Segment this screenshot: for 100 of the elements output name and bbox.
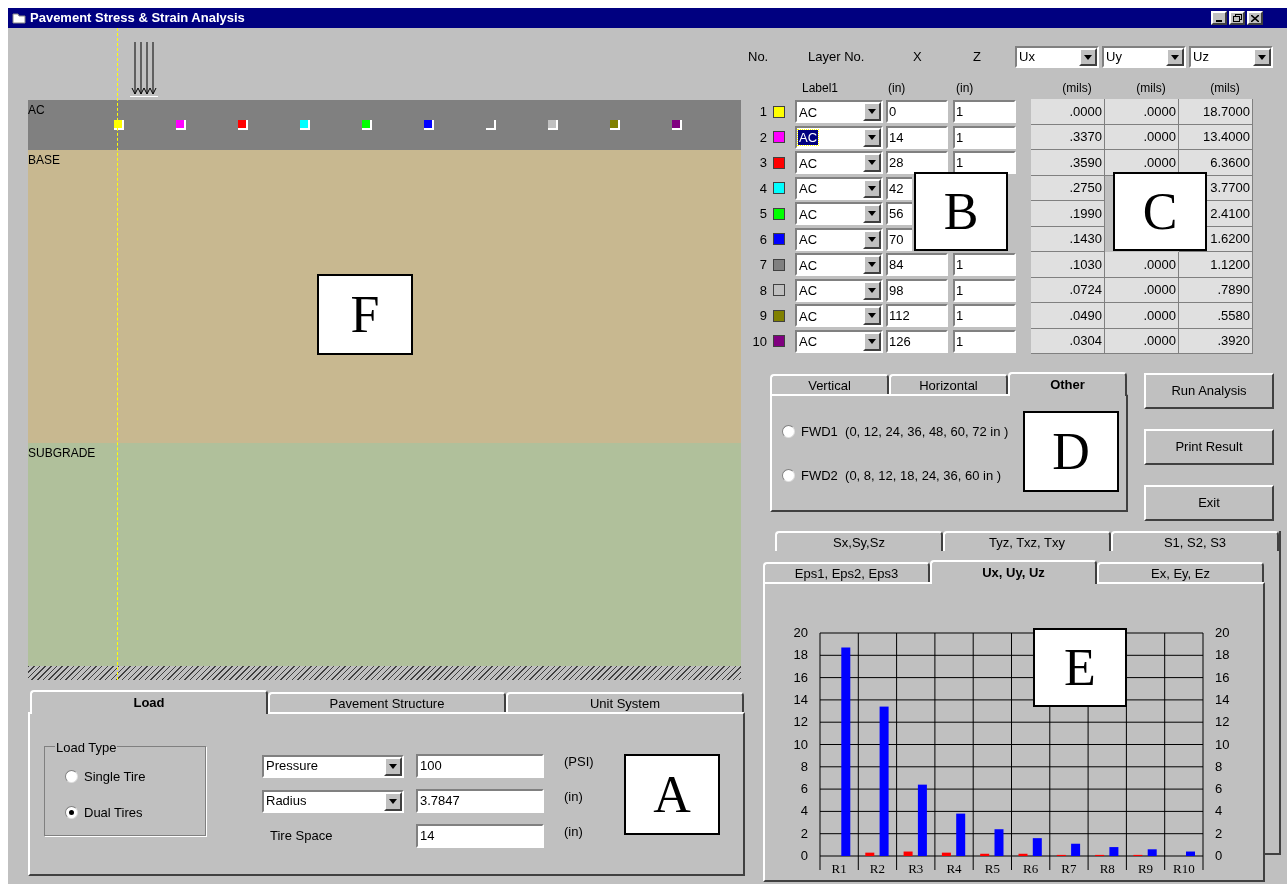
input-field[interactable]: 1 [953,253,1016,277]
column-unit: (mils) [1209,80,1241,97]
column-header: No. [748,48,770,67]
dropdown[interactable]: AC [795,304,883,328]
input-field[interactable]: 1 [953,100,1016,124]
y-tick-label: 2 [1215,825,1223,841]
table-cell: .0304 [1031,328,1105,354]
action-button[interactable]: Run Analysis [1144,373,1274,409]
restore-button[interactable] [1229,11,1245,25]
radio-button[interactable] [65,805,78,819]
input-field[interactable]: 100 [416,754,544,778]
tab[interactable]: Vertical [770,374,889,394]
input-field[interactable]: 56 [886,202,912,226]
radio-button[interactable] [782,425,795,439]
dropdown[interactable]: Uy [1102,46,1186,68]
row-number: 4 [758,179,767,198]
tab[interactable]: Ux, Uy, Uz [930,560,1097,584]
input-field[interactable]: 0 [886,100,948,124]
callout-label: D [1023,411,1119,492]
tab[interactable]: Pavement Structure [268,692,506,712]
table-cell: 6.3600 [1179,150,1253,176]
radio-button[interactable] [65,770,78,784]
tab[interactable]: Sx,Sy,Sz [775,531,943,551]
bar [865,852,875,856]
dropdown[interactable]: AC [795,329,883,353]
column-unit: (in) [888,80,907,97]
y-tick-label: 16 [793,669,808,685]
dropdown-value: AC [798,206,819,222]
tab[interactable]: Horizontal [889,374,1008,394]
y-tick-label: 6 [1215,781,1223,797]
y-tick-label: 4 [1215,803,1223,819]
window-title: Pavement Stress & Strain Analysis [30,9,246,28]
dropdown[interactable]: AC [795,278,883,302]
input-field[interactable]: 42 [886,176,912,200]
close-button[interactable] [1247,11,1263,25]
dropdown[interactable]: AC [795,125,883,149]
column-header: X [913,48,923,67]
dropdown[interactable]: Pressure [262,754,404,778]
bar [917,784,927,856]
y-tick-label: 18 [1215,647,1230,663]
input-field[interactable]: 1 [953,278,1016,302]
row-number: 3 [758,154,767,172]
input-field[interactable]: 1 [953,304,1016,328]
dropdown-value: AC [798,257,819,273]
dropdown[interactable]: AC [795,253,883,277]
y-tick-label: 4 [800,803,808,819]
input-field[interactable]: 1 [953,151,1016,175]
tab[interactable]: Ex, Ey, Ez [1097,562,1264,582]
table-cell: 13.4000 [1179,124,1253,150]
input-field[interactable]: 84 [886,253,948,277]
input-field[interactable]: 1 [953,125,1016,149]
dropdown[interactable]: AC [795,227,883,251]
x-tick-label: R10 [1173,861,1195,876]
bar [1186,851,1195,856]
input-field[interactable]: 126 [886,329,948,353]
input-field[interactable]: 98 [886,278,948,302]
input-field[interactable]: 3.7847 [416,789,544,813]
action-button[interactable]: Exit [1144,485,1274,521]
y-tick-label: 0 [800,848,808,863]
radio-label: Single Tire [84,768,146,786]
column-unit: (mils) [1061,80,1093,97]
dropdown[interactable]: Radius [262,789,404,813]
dropdown-value: AC [798,104,819,120]
field-label: Tire Space [269,827,334,846]
y-tick-label: 8 [800,758,808,774]
dropdown-value: AC [798,283,819,299]
tab[interactable]: Tyz, Txz, Txy [943,531,1111,551]
dropdown-value: AC [798,334,819,350]
column-unit: (in) [956,80,975,97]
input-field[interactable]: 14 [416,824,544,848]
tab[interactable]: Eps1, Eps2, Eps3 [763,562,930,582]
y-tick-label: 0 [1215,848,1223,863]
dropdown[interactable]: AC [795,100,883,124]
x-tick-label: R2 [869,861,886,876]
dropdown[interactable]: AC [795,202,883,226]
input-field[interactable]: 112 [886,304,948,328]
y-tick-label: 2 [800,825,808,841]
dropdown[interactable]: Ux [1015,46,1099,68]
tab[interactable]: Load [30,690,268,714]
input-field[interactable]: 1 [953,329,1016,353]
layer-label: AC [28,102,45,119]
row-number: 1 [758,103,767,121]
y-tick-label: 20 [1215,625,1230,640]
action-button[interactable]: Print Result [1144,429,1274,465]
input-field[interactable]: 28 [886,151,948,175]
tab[interactable]: S1, S2, S3 [1111,531,1279,551]
radio-label: Dual Tires [84,803,143,822]
dropdown[interactable]: AC [795,176,883,200]
input-field[interactable]: 70 [886,227,912,251]
input-field[interactable]: 14 [886,125,948,149]
row-number: 9 [758,307,767,325]
tab[interactable]: Unit System [506,692,744,712]
bar [994,829,1004,856]
dropdown[interactable]: AC [795,151,883,175]
dropdown[interactable]: Uz [1189,46,1273,68]
minimize-button[interactable] [1211,11,1227,25]
radio-button[interactable] [782,468,795,482]
tab[interactable]: Other [1008,372,1127,396]
y-tick-label: 14 [793,691,808,707]
column-header: Z [973,48,982,67]
